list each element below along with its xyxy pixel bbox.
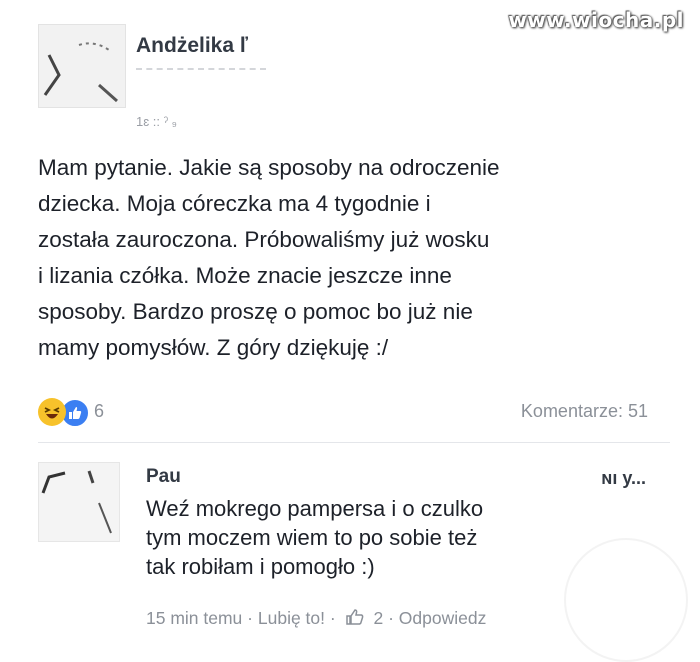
post-header: Andżelika ľ 1ɛ :: ˀ ₉ [38,24,670,134]
divider [38,442,670,443]
comment-text: Weź mokrego pampersa i o czulko tym mocz… [146,496,484,579]
comment-meta: 15 min temu · Lubię to! · 2 · Odpowiedz [146,608,486,629]
commenter-name[interactable]: Pau [146,466,181,488]
author-avatar[interactable] [38,24,126,108]
author-blurred-info [136,68,266,82]
comment-like-count[interactable]: 2 [373,608,383,629]
post-timestamp[interactable]: 1ɛ :: ˀ ₉ [136,114,177,129]
comments-count-link[interactable]: Komentarze: 51 [521,401,648,422]
commenter-avatar[interactable] [38,462,120,542]
post-author-name[interactable]: Andżelika ľ [136,34,248,58]
commenter-name-tail: ɴı y... [601,468,646,488]
like-comment-link[interactable]: Lubię to! [258,608,325,629]
thumbs-up-icon [345,608,365,626]
haha-icon[interactable] [38,398,66,426]
separator: · [247,608,253,628]
comment-item: Pau ɴı y... Weź mokrego pampersa i o czu… [38,462,688,662]
reply-link[interactable]: Odpowiedz [399,608,487,629]
post-text: Mam pytanie. Jakie są sposoby na odrocze… [38,155,500,360]
reactions-count[interactable]: 6 [94,401,104,422]
separator: · [329,608,336,628]
decorative-stamp [564,538,688,662]
reactions-bar: 6 Komentarze: 51 [38,398,668,430]
separator: · [388,608,394,628]
comment-timestamp[interactable]: 15 min temu [146,608,242,629]
